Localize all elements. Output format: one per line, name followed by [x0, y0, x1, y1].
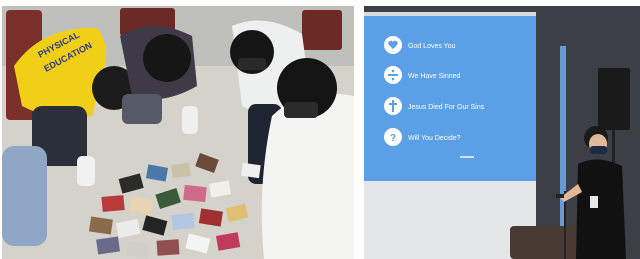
remote-clicker	[556, 194, 564, 198]
chair	[510, 226, 580, 259]
loudspeaker	[598, 68, 630, 130]
slide-item-text: Jesus Died For Our Sins	[408, 104, 485, 111]
lanyard-badge	[590, 196, 598, 208]
presentation-scene: God Loves You We Have Sinned Jesus Died …	[364, 6, 640, 259]
slide-progress-mark	[460, 156, 474, 158]
presenter-shirt	[576, 159, 626, 259]
students-scene: PHYSICAL EDUCATION	[2, 6, 354, 259]
slide-item-text: We Have Sinned	[408, 73, 461, 80]
slide-item-text: God Loves You	[408, 43, 456, 50]
photo-speaker-presentation: God Loves You We Have Sinned Jesus Died …	[364, 6, 640, 259]
question-icon: ?	[390, 133, 396, 144]
slide-item-text: Will You Decide?	[408, 135, 461, 142]
photo-students-sorting-cards: PHYSICAL EDUCATION	[2, 6, 354, 259]
student-left-jeans	[2, 146, 47, 246]
face-mask	[590, 146, 607, 154]
chair	[302, 10, 342, 50]
student-dark-top	[120, 26, 198, 134]
photo-collage: PHYSICAL EDUCATION God Loves You We Have…	[0, 0, 640, 259]
